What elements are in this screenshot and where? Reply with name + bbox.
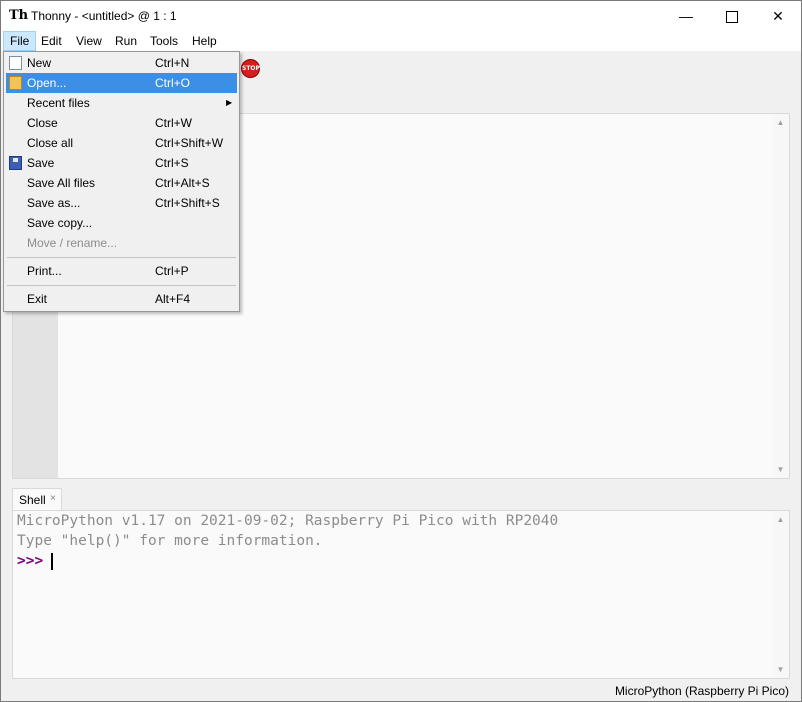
- scroll-down-icon[interactable]: ▼: [772, 461, 789, 478]
- new-file-icon: [9, 56, 22, 70]
- menu-item-label: Open...: [27, 76, 67, 90]
- menu-item-shortcut: Ctrl+O: [155, 76, 191, 90]
- menu-item-move-rename: Move / rename...: [6, 233, 237, 253]
- menu-item-label: Save as...: [27, 196, 81, 210]
- submenu-arrow-icon: ▶: [226, 98, 233, 107]
- menu-view[interactable]: View: [70, 32, 108, 50]
- menu-item-label: Save copy...: [27, 216, 93, 230]
- shell-banner-line: Type "help()" for more information.: [17, 533, 323, 549]
- close-window-button[interactable]: ✕: [755, 1, 801, 31]
- menu-item-shortcut: Ctrl+Shift+S: [155, 196, 220, 210]
- menu-item-shortcut: Ctrl+N: [155, 56, 190, 70]
- menu-item-open[interactable]: Open... Ctrl+O: [6, 73, 237, 93]
- menu-item-label: Exit: [27, 292, 48, 306]
- menu-item-label: Close all: [27, 136, 74, 150]
- menu-help[interactable]: Help: [186, 32, 223, 50]
- open-folder-icon: [9, 76, 22, 90]
- menu-bar: File Edit View Run Tools Help: [1, 31, 801, 51]
- menu-item-new[interactable]: New Ctrl+N: [6, 53, 237, 73]
- minimize-icon: —: [679, 8, 693, 24]
- menu-item-shortcut: Ctrl+S: [155, 156, 189, 170]
- scroll-up-icon[interactable]: ▲: [772, 114, 789, 131]
- shell-scrollbar[interactable]: ▲ ▼: [772, 511, 789, 678]
- menu-item-save-copy[interactable]: Save copy...: [6, 213, 237, 233]
- thonny-window: Th Thonny - <untitled> @ 1 : 1 — ✕ File …: [0, 0, 802, 702]
- title-bar[interactable]: Th Thonny - <untitled> @ 1 : 1 — ✕: [1, 1, 801, 31]
- menu-item-save-all[interactable]: Save All files Ctrl+Alt+S: [6, 173, 237, 193]
- menu-item-recent-files[interactable]: Recent files ▶: [6, 93, 237, 113]
- shell-prompt: >>>: [17, 553, 44, 569]
- menu-separator: [7, 285, 236, 286]
- menu-item-label: Print...: [27, 264, 62, 278]
- menu-item-label: New: [27, 56, 52, 70]
- menu-item-label: Recent files: [27, 96, 90, 110]
- menu-item-exit[interactable]: Exit Alt+F4: [6, 289, 237, 309]
- menu-item-label: Save: [27, 156, 55, 170]
- window-title: Thonny - <untitled> @ 1 : 1: [31, 9, 177, 23]
- menu-item-print[interactable]: Print... Ctrl+P: [6, 261, 237, 281]
- thonny-app-icon: Th: [9, 8, 29, 23]
- editor-scrollbar[interactable]: ▲ ▼: [772, 114, 789, 478]
- menu-item-save-as[interactable]: Save as... Ctrl+Shift+S: [6, 193, 237, 213]
- menu-item-close[interactable]: Close Ctrl+W: [6, 113, 237, 133]
- menu-item-shortcut: Ctrl+Alt+S: [155, 176, 210, 190]
- menu-item-shortcut: Ctrl+W: [155, 116, 192, 130]
- menu-separator: [7, 257, 236, 258]
- minimize-button[interactable]: —: [663, 1, 709, 31]
- menu-edit[interactable]: Edit: [35, 32, 68, 50]
- menu-item-label: Move / rename...: [27, 236, 118, 250]
- text-cursor: [51, 553, 53, 570]
- stop-icon[interactable]: STOP: [241, 59, 260, 78]
- menu-item-label: Close: [27, 116, 58, 130]
- maximize-button[interactable]: [709, 1, 755, 31]
- shell-panel[interactable]: MicroPython v1.17 on 2021-09-02; Raspber…: [12, 510, 790, 679]
- menu-item-close-all[interactable]: Close all Ctrl+Shift+W: [6, 133, 237, 153]
- scroll-down-icon[interactable]: ▼: [772, 661, 789, 678]
- scroll-up-icon[interactable]: ▲: [772, 511, 789, 528]
- menu-item-shortcut: Ctrl+P: [155, 264, 189, 278]
- maximize-icon: [726, 11, 738, 24]
- tab-shell[interactable]: Shell ×: [12, 488, 62, 510]
- menu-file[interactable]: File: [3, 31, 37, 51]
- menu-item-shortcut: Ctrl+Shift+W: [155, 136, 224, 150]
- menu-item-save[interactable]: Save Ctrl+S: [6, 153, 237, 173]
- interpreter-status[interactable]: MicroPython (Raspberry Pi Pico): [615, 684, 789, 698]
- menu-run[interactable]: Run: [109, 32, 143, 50]
- menu-item-shortcut: Alt+F4: [155, 292, 191, 306]
- close-tab-icon[interactable]: ×: [50, 493, 56, 504]
- menu-item-label: Save All files: [27, 176, 96, 190]
- close-icon: ✕: [772, 8, 784, 24]
- save-disk-icon: [9, 156, 22, 170]
- shell-banner-line: MicroPython v1.17 on 2021-09-02; Raspber…: [17, 513, 559, 529]
- file-menu-dropdown: New Ctrl+N Open... Ctrl+O Recent files ▶…: [3, 51, 240, 312]
- menu-tools[interactable]: Tools: [144, 32, 184, 50]
- shell-tab-label: Shell: [19, 493, 46, 507]
